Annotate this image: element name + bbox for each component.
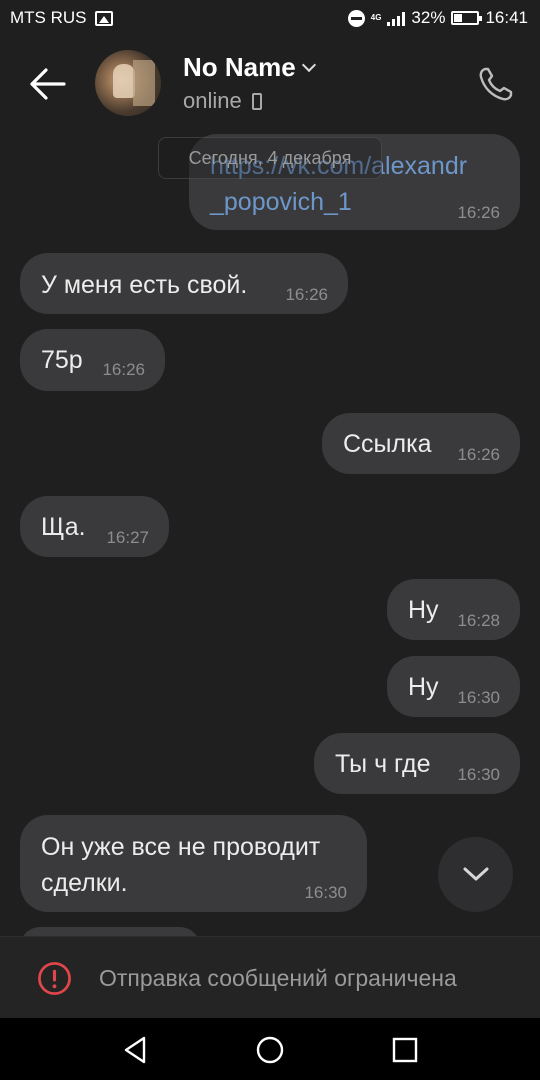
status-right: 4G 32% 16:41 xyxy=(347,8,528,28)
date-chip: Сегодня, 4 декабря xyxy=(158,137,382,179)
message-link-line2[interactable]: _popovich_1 xyxy=(210,188,352,217)
nav-recents-icon[interactable] xyxy=(389,1034,421,1066)
carrier-label: MTS RUS xyxy=(10,8,87,27)
status-bar: MTS RUS 4G 32% 16:41 xyxy=(0,0,540,36)
nav-back-icon[interactable] xyxy=(120,1034,152,1066)
message-text: У меня есть свой. xyxy=(41,271,248,299)
message-time: 16:26 xyxy=(457,445,500,464)
message-time: 16:30 xyxy=(457,688,500,707)
contact-name-button[interactable]: No Name xyxy=(183,52,316,83)
call-icon[interactable] xyxy=(476,64,516,104)
message-time: 16:28 xyxy=(457,611,500,630)
message-text: Ну xyxy=(408,596,439,624)
network-type: 4G xyxy=(370,13,382,22)
battery-icon xyxy=(451,11,483,25)
back-arrow-icon[interactable] xyxy=(28,66,68,102)
contact-status: online xyxy=(183,88,262,114)
avatar[interactable] xyxy=(95,50,161,116)
message-time: 16:26 xyxy=(102,360,145,379)
message-list[interactable]: https://vk.com/alexandr _popovich_1 16:2… xyxy=(0,132,540,936)
clock: 16:41 xyxy=(485,8,528,27)
status-left: MTS RUS xyxy=(10,8,113,28)
message-bubble[interactable]: Он уже все не проводит сделки. 16:30 xyxy=(20,815,367,912)
message-text: 75р xyxy=(41,346,83,374)
nav-home-icon[interactable] xyxy=(254,1034,286,1066)
message-text-line2: сделки. xyxy=(41,869,128,897)
warning-icon xyxy=(38,962,71,995)
battery-percent: 32% xyxy=(411,8,446,27)
message-time: 16:27 xyxy=(106,528,149,547)
message-bubble[interactable]: У меня есть свой. 16:26 xyxy=(20,253,348,314)
message-bubble[interactable]: Ща. 16:27 xyxy=(20,496,169,557)
scroll-down-icon xyxy=(463,867,489,881)
restriction-banner: Отправка сообщений ограничена xyxy=(0,936,540,1018)
message-bubble[interactable]: 75р 16:26 xyxy=(20,329,165,391)
message-text-line1: Он уже все не проводит xyxy=(41,833,321,861)
message-text: Ща. xyxy=(41,513,86,541)
message-bubble[interactable]: Ссылка 16:26 xyxy=(322,413,520,474)
message-text: Ты ч где xyxy=(335,750,431,778)
image-notification-icon xyxy=(94,10,113,26)
message-time: 16:26 xyxy=(457,203,500,222)
online-status: online xyxy=(183,88,242,113)
message-bubble[interactable]: Ну 16:28 xyxy=(387,579,520,640)
system-nav-bar xyxy=(0,1018,540,1080)
message-time: 16:30 xyxy=(304,883,347,902)
message-bubble[interactable]: Ну 16:30 xyxy=(387,656,520,717)
chat-header: No Name online xyxy=(0,36,540,132)
message-text: Ссылка xyxy=(343,430,432,458)
message-text: Ну xyxy=(408,673,439,701)
phone-device-icon xyxy=(251,92,262,110)
scroll-down-button[interactable] xyxy=(438,837,513,912)
do-not-disturb-icon xyxy=(347,9,365,27)
message-time: 16:30 xyxy=(457,765,500,784)
contact-name: No Name xyxy=(183,52,296,82)
message-bubble[interactable]: Ты ч где 16:30 xyxy=(314,733,520,794)
restriction-text: Отправка сообщений ограничена xyxy=(99,965,457,991)
message-bubble-partial[interactable] xyxy=(20,927,200,936)
message-time: 16:26 xyxy=(285,285,328,304)
chevron-down-icon xyxy=(301,57,316,72)
signal-icon xyxy=(387,11,406,26)
